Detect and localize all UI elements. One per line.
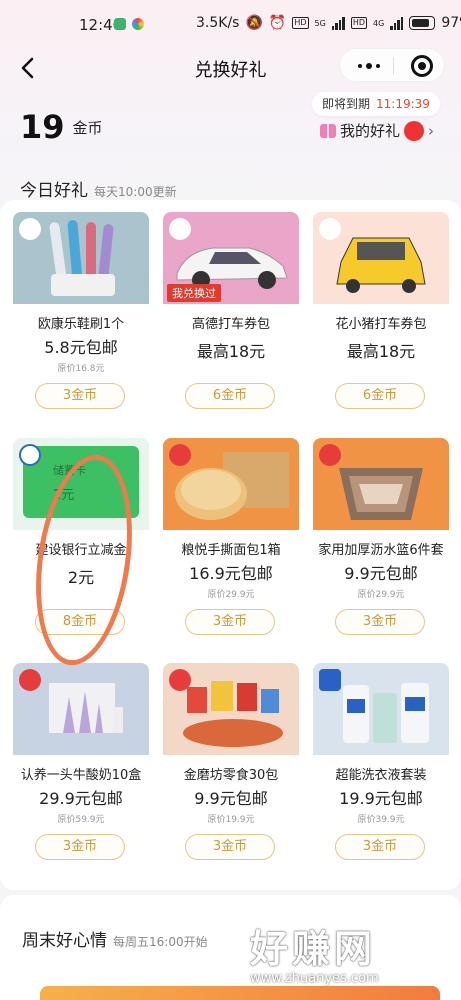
chaoneng-logo-icon [319,669,341,691]
nav-bar: 兑换好礼 [0,48,461,88]
product-price: 最高18元 [346,342,416,361]
product-price: 9.9元包邮 [344,564,418,583]
app-notification-icon [132,18,144,30]
status-bar: 12:40 3.5K/s 🔕 ⏰ HD 5G HD 4G 97% [0,0,461,48]
product-card[interactable]: 粮悦手撕面包1箱 16.9元包邮 原价29.9元 3金币 [163,438,299,648]
today-title: 今日好礼 [20,181,88,201]
gift-icon [320,123,336,138]
ccb-logo-icon [19,444,41,466]
redeem-button[interactable]: 3金币 [185,834,275,860]
net-4g-label: 4G [373,18,385,28]
huaxiaozhu-logo-icon [319,218,341,240]
coin-value: 19 [20,108,65,146]
close-miniprogram-icon[interactable] [411,55,433,77]
expire-label: 即将到期 [322,97,371,111]
my-gift-link[interactable]: 我的好礼 › [320,120,434,141]
watermark: 好赚网 www.zhuanyes.com [250,918,379,986]
watermark-text: 好赚网 [250,927,377,971]
product-price: 9.9元包邮 [194,789,268,808]
product-original-price: 原价59.9元 [57,815,105,825]
weekend-banner[interactable] [40,986,440,1000]
battery-icon [409,16,436,30]
product-original-price: 原价16.8元 [57,364,105,374]
product-card[interactable]: 认养一头牛酸奶10盒 29.9元包邮 原价59.9元 3金币 [13,663,149,873]
coin-unit: 金币 [72,118,103,137]
coin-balance: 19 金币 [20,108,103,146]
product-card[interactable]: 欧康乐鞋刷1个 5.8元包邮 原价16.8元 3金币 [13,212,149,422]
status-right: 3.5K/s 🔕 ⏰ HD 5G HD 4G 97% [196,15,461,31]
my-gift-label: 我的好礼 [340,122,401,140]
product-price: 19.9元包邮 [339,789,423,808]
product-name: 金磨坊零食30包 [183,768,279,783]
product-card[interactable]: 家用加厚沥水篮6件套 9.9元包邮 原价29.9元 3金币 [313,438,449,648]
today-subtitle: 每天10:00更新 [94,185,177,199]
capsule-divider [393,57,394,75]
product-card[interactable]: 花小猪打车券包 最高18元 6金币 [313,212,449,422]
product-price: 29.9元包邮 [39,789,123,808]
network-speed: 3.5K/s [196,15,240,31]
redeem-button[interactable]: 3金币 [35,383,125,409]
alarm-icon: ⏰ [268,15,287,31]
mascot-logo-icon [19,669,41,691]
redeem-button[interactable]: 3金币 [335,834,425,860]
expire-countdown: 11:19:39 [376,97,430,111]
gaode-logo-icon [169,218,191,240]
product-price: 最高18元 [196,342,266,361]
expire-badge: 即将到期 11:19:39 [312,92,440,116]
product-card[interactable]: 金磨坊零食30包 9.9元包邮 原价19.9元 3金币 [163,663,299,873]
chevron-right-icon: › [428,121,435,140]
hd-icon-2: HD [350,17,368,29]
product-card[interactable]: 我兑换过 高德打车券包 最高18元 6金币 [163,212,299,422]
watermark-url: www.zhuanyes.com [250,971,379,986]
redeem-button[interactable]: 3金币 [335,609,425,635]
weekend-subtitle: 每周五16:00开始 [113,935,208,949]
mute-icon: 🔕 [245,15,263,31]
signal-icon [331,16,345,30]
product-name: 高德打车券包 [191,317,270,332]
product-name: 超能洗衣液套装 [335,768,427,783]
more-icon[interactable] [358,63,380,69]
product-price: 5.8元包邮 [44,338,118,357]
product-name: 认养一头牛酸奶10盒 [20,768,142,783]
redeem-button[interactable]: 6金币 [335,383,425,409]
product-original-price: 原价29.9元 [207,590,255,600]
hd-icon: HD [292,17,309,29]
battery-percent: 97% [441,15,461,31]
product-name: 花小猪打车券包 [335,317,427,332]
redeem-button[interactable]: 6金币 [185,383,275,409]
redeem-button[interactable]: 3金币 [185,609,275,635]
mascot-badge-icon [404,120,425,141]
wechat-notification-icon [114,18,126,30]
notification-icons [114,18,144,30]
mascot-logo-icon [319,444,341,466]
product-original-price: 原价19.9元 [207,815,255,825]
product-name: 家用加厚沥水篮6件套 [318,543,444,558]
product-name: 欧康乐鞋刷1个 [37,317,125,332]
signal-icon-2 [390,16,404,30]
product-original-price: 原价29.9元 [357,590,405,600]
weekend-section-title: 周末好心情 每周五16:00开始 [22,926,208,951]
today-section-title: 今日好礼 每天10:00更新 [20,176,177,201]
net-5g-label: 5G [314,18,326,28]
miniprogram-capsule [339,48,445,82]
product-card[interactable]: 超能洗衣液套装 19.9元包邮 原价39.9元 3金币 [313,663,449,873]
redeemed-stamp: 我兑换过 [167,284,221,302]
product-original-price: 原价39.9元 [357,815,405,825]
brand-logo-icon [19,218,41,240]
mascot-logo-icon [169,444,191,466]
weekend-title: 周末好心情 [22,931,107,951]
product-name: 粮悦手撕面包1箱 [181,543,281,558]
redeem-button[interactable]: 3金币 [35,834,125,860]
product-price: 16.9元包邮 [189,564,273,583]
mascot-logo-icon [169,669,191,691]
